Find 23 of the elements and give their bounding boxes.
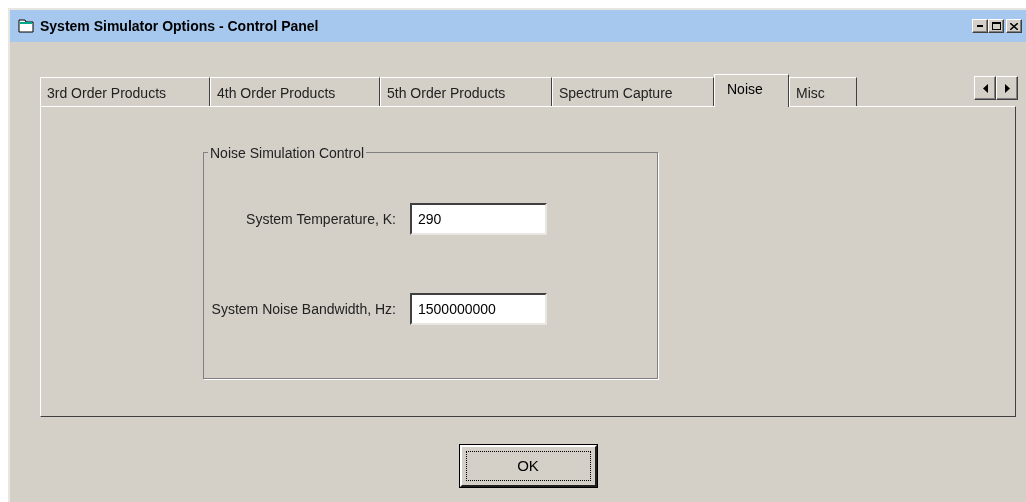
minimize-button[interactable] — [972, 19, 988, 33]
input-field[interactable]: 1500000000 — [410, 293, 547, 325]
tab[interactable]: 5th Order Products — [380, 77, 552, 106]
close-icon — [1010, 22, 1018, 30]
right-arrow-icon — [1004, 83, 1010, 93]
tab[interactable]: Spectrum Capture — [552, 77, 714, 106]
window-title: System Simulator Options - Control Panel — [40, 16, 319, 36]
field-label: System Noise Bandwidth, Hz: — [211, 299, 396, 319]
close-button[interactable] — [1006, 19, 1022, 33]
maximize-button[interactable] — [988, 19, 1004, 33]
tab[interactable]: Misc — [789, 77, 857, 106]
tab[interactable]: 4th Order Products — [210, 77, 380, 106]
minimize-icon — [977, 25, 983, 27]
window-icon — [18, 19, 34, 33]
maximize-icon — [991, 22, 1001, 30]
scroll-right-button[interactable] — [996, 76, 1018, 100]
left-arrow-icon — [982, 83, 988, 93]
input-field[interactable]: 290 — [410, 203, 547, 235]
tab[interactable]: 3rd Order Products — [40, 77, 210, 106]
scroll-left-button[interactable] — [974, 76, 996, 100]
tab[interactable]: Noise — [714, 74, 789, 107]
ok-button[interactable]: OK — [459, 445, 597, 487]
field-label: System Temperature, K: — [246, 209, 396, 229]
